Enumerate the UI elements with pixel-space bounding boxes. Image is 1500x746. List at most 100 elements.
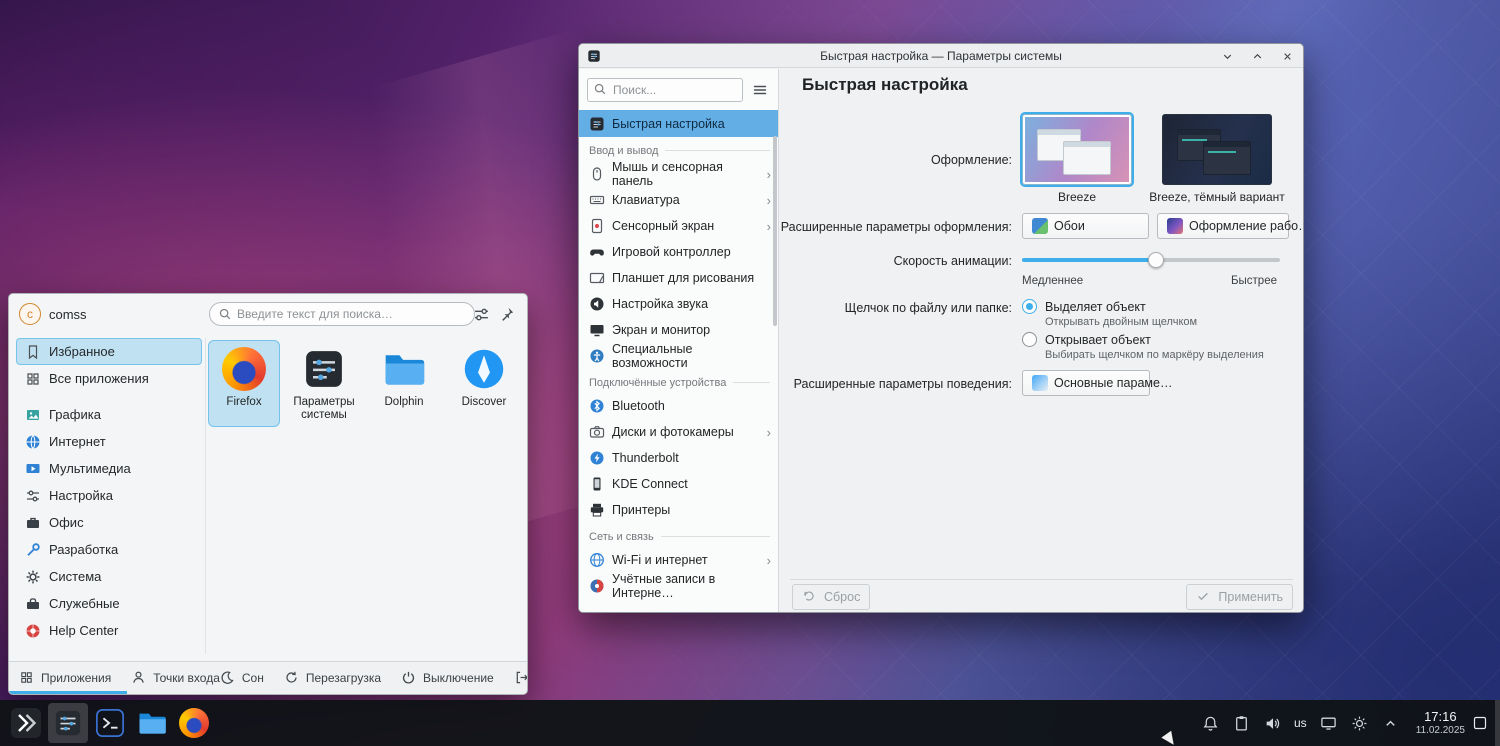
settings-search-input[interactable] <box>613 83 737 97</box>
sidebar-item-accessibility[interactable]: Специальные возможности <box>579 342 778 370</box>
launcher-search-input[interactable] <box>237 307 466 321</box>
category-utilities[interactable]: Служебные <box>16 590 202 617</box>
theme-preview-breeze-dark[interactable] <box>1162 114 1272 185</box>
category-help-center[interactable]: Help Center <box>16 617 202 644</box>
wallpaper-icon <box>1032 218 1048 234</box>
favorite-discover[interactable]: Discover <box>448 340 520 427</box>
sidebar-item-kde-connect[interactable]: KDE Connect <box>579 471 778 497</box>
favorite-dolphin[interactable]: Dolphin <box>368 340 440 427</box>
notifications-bell-icon[interactable] <box>1201 714 1219 732</box>
workspace-theme-icon <box>1167 218 1183 234</box>
close-icon[interactable] <box>1279 48 1295 64</box>
sidebar-item-touchscreen[interactable]: Сенсорный экран › <box>579 213 778 239</box>
sidebar-item-wifi-internet[interactable]: Wi-Fi и интернет › <box>579 547 778 573</box>
reset-icon <box>802 589 818 605</box>
restart-icon <box>284 670 300 686</box>
keyboard-layout-indicator[interactable]: us <box>1294 716 1307 730</box>
category-settings[interactable]: Настройка <box>16 482 202 509</box>
sidebar-item-game-controller[interactable]: Игровой контроллер <box>579 239 778 265</box>
category-office[interactable]: Офис <box>16 509 202 536</box>
panel-edge-strip[interactable] <box>1495 700 1500 746</box>
volume-icon[interactable] <box>1263 714 1281 732</box>
logout-button[interactable]: Выход <box>514 670 527 686</box>
sidebar-item-thunderbolt[interactable]: Thunderbolt <box>579 445 778 471</box>
taskbar-dolphin[interactable] <box>132 703 172 743</box>
theme-name: Breeze <box>1057 190 1097 204</box>
display-icon[interactable] <box>1320 714 1338 732</box>
grid-icon <box>19 670 35 686</box>
section-header: Ввод и вывод <box>579 137 778 161</box>
radio-open-object[interactable]: Открывает объект <box>1022 332 1151 347</box>
firefox-icon <box>179 708 209 738</box>
configure-sliders-icon[interactable] <box>473 305 491 323</box>
sidebar-item-display[interactable]: Экран и монитор <box>579 317 778 343</box>
taskbar-firefox[interactable] <box>174 703 214 743</box>
clock-date: 11.02.2025 <box>1415 724 1465 736</box>
sidebar-item-keyboard[interactable]: Клавиатура › <box>579 187 778 213</box>
general-behavior-icon <box>1032 375 1048 391</box>
settings-search-field[interactable] <box>587 78 743 102</box>
toolbox-icon <box>25 596 41 612</box>
clock[interactable]: 17:16 11.02.2025 <box>1415 708 1465 736</box>
system-settings-window: Быстрая настройка — Параметры системы Бы… <box>578 43 1304 613</box>
globe-icon <box>589 552 605 568</box>
printer-icon <box>589 502 605 518</box>
reset-button[interactable]: Сброс <box>792 584 871 610</box>
application-launcher: c comss Избранное Все приложения Графика <box>8 293 528 695</box>
app-launcher-button[interactable] <box>6 703 46 743</box>
favorite-firefox[interactable]: Firefox <box>208 340 280 427</box>
wallpaper-button[interactable]: Обои <box>1022 213 1149 239</box>
restart-button[interactable]: Перезагрузка <box>284 670 381 686</box>
radio-off-icon[interactable] <box>1022 332 1037 347</box>
radio-on-icon[interactable] <box>1022 299 1037 314</box>
show-desktop-icon[interactable] <box>1471 714 1489 732</box>
launcher-search-field[interactable] <box>209 302 475 326</box>
brightness-sun-icon[interactable] <box>1351 714 1369 732</box>
workspace-theme-button[interactable]: Оформление рабо… <box>1157 213 1303 239</box>
minimize-icon[interactable] <box>1219 48 1235 64</box>
sidebar-scrollbar[interactable] <box>773 136 777 326</box>
sidebar-item-bluetooth[interactable]: Bluetooth <box>579 393 778 419</box>
taskbar-system-settings[interactable] <box>48 703 88 743</box>
window-title: Быстрая настройка — Параметры системы <box>820 48 1062 63</box>
sidebar-item-online-accounts[interactable]: Учётные записи в Интерне… <box>579 572 778 600</box>
category-multimedia[interactable]: Мультимедиа <box>16 455 202 482</box>
taskbar-konsole[interactable] <box>90 703 130 743</box>
titlebar[interactable]: Быстрая настройка — Параметры системы <box>579 44 1303 68</box>
folder-icon <box>382 347 426 391</box>
power-icon <box>401 670 417 686</box>
sidebar-item-sound[interactable]: Настройка звука <box>579 291 778 317</box>
general-behavior-button[interactable]: Основные параме… <box>1022 370 1172 396</box>
category-development[interactable]: Разработка <box>16 536 202 563</box>
moon-icon <box>220 670 236 686</box>
category-favorites[interactable]: Избранное <box>16 338 202 365</box>
username: comss <box>49 306 87 322</box>
favorite-system-settings[interactable]: Параметры системы <box>288 340 360 427</box>
pin-icon[interactable] <box>499 305 517 323</box>
sidebar-item-drawing-tablet[interactable]: Планшет для рисования <box>579 265 778 291</box>
sidebar-item-mouse[interactable]: Мышь и сенсорная панель › <box>579 160 778 188</box>
tray-expand-chevron-up-icon[interactable] <box>1382 714 1400 732</box>
user-avatar[interactable]: c <box>19 303 41 325</box>
animation-speed-slider-handle[interactable] <box>1148 252 1164 268</box>
category-system[interactable]: Система <box>16 563 202 590</box>
sidebar-item-quick-settings[interactable]: Быстрая настройка <box>579 110 778 137</box>
tab-applications[interactable]: Приложения <box>19 670 111 686</box>
shutdown-button[interactable]: Выключение <box>401 670 494 686</box>
sleep-button[interactable]: Сон <box>220 670 264 686</box>
theme-preview-breeze[interactable] <box>1022 114 1132 185</box>
maximize-icon[interactable] <box>1249 48 1265 64</box>
sidebar-item-printers[interactable]: Принтеры <box>579 497 778 523</box>
hamburger-menu-icon[interactable] <box>748 78 772 102</box>
category-internet[interactable]: Интернет <box>16 428 202 455</box>
display-icon <box>589 322 605 338</box>
clock-time: 17:16 <box>1424 708 1457 724</box>
tab-places[interactable]: Точки входа <box>131 670 220 686</box>
appearance-label: Оформление: <box>930 153 1012 167</box>
category-all-apps[interactable]: Все приложения <box>16 365 202 392</box>
category-graphics[interactable]: Графика <box>16 401 202 428</box>
clipboard-icon[interactable] <box>1232 714 1250 732</box>
radio-select-object[interactable]: Выделяет объект <box>1022 299 1146 314</box>
sidebar-item-disks-cameras[interactable]: Диски и фотокамеры › <box>579 419 778 445</box>
apply-button[interactable]: Применить <box>1186 584 1293 610</box>
